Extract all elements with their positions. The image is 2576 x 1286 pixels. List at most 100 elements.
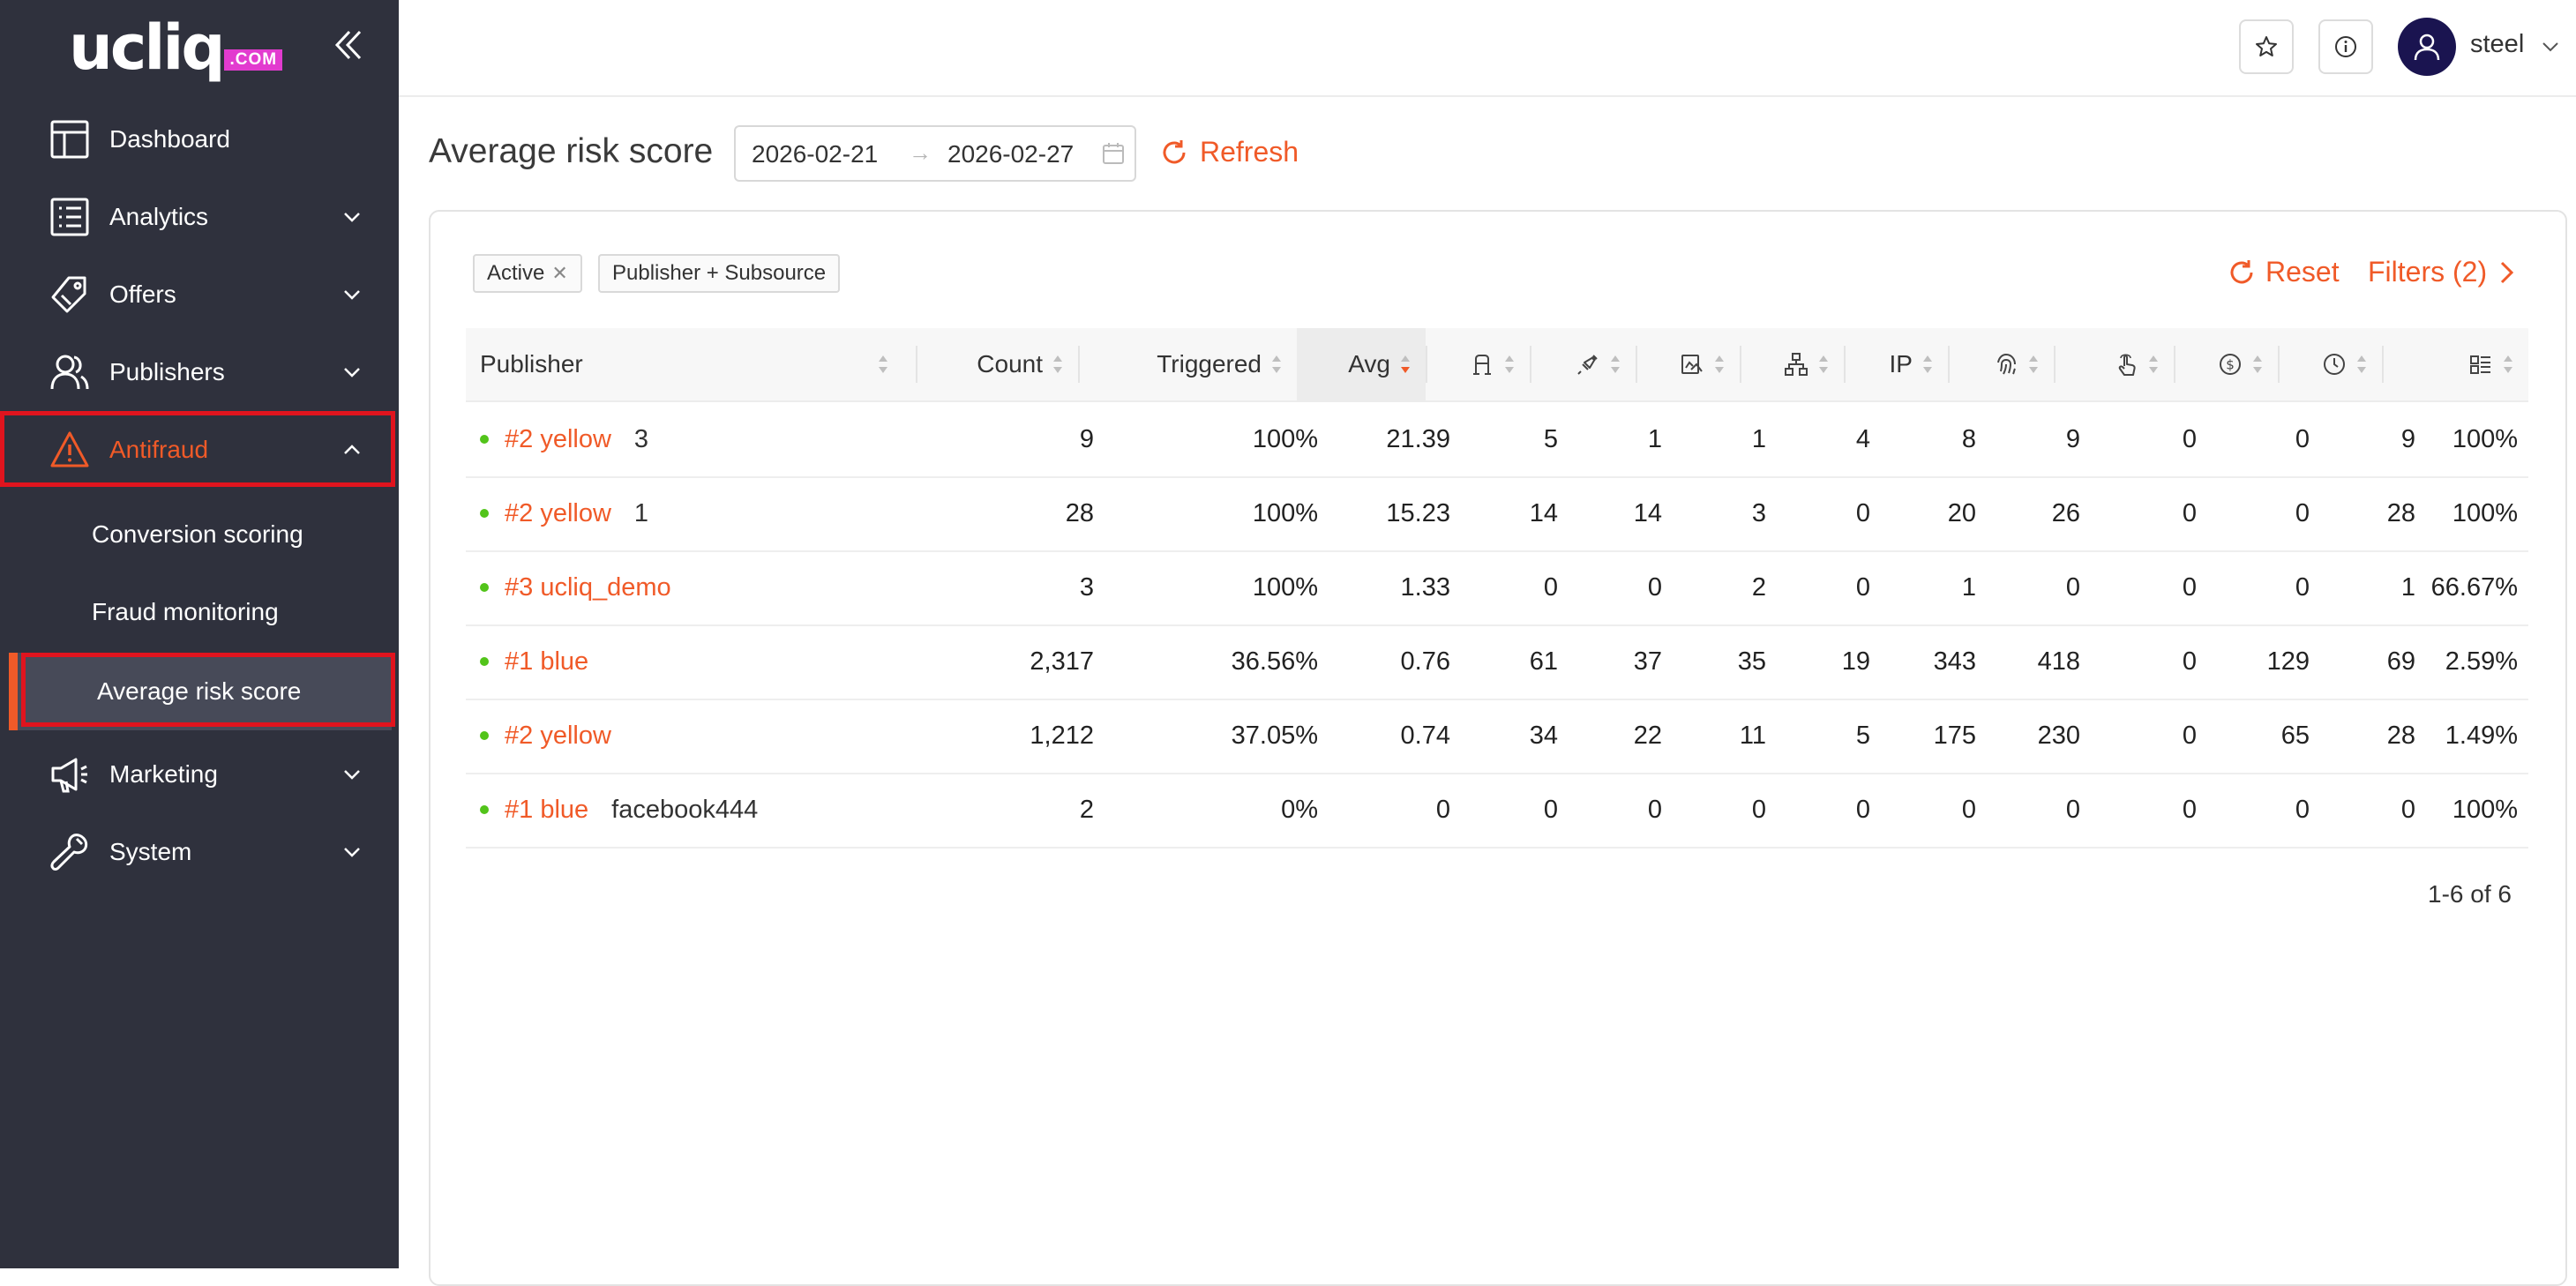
cell-c1: 34 <box>1529 721 1558 750</box>
sidebar-subitem-average-risk-score[interactable]: Average risk score <box>9 653 392 730</box>
sidebar-subitem-fraud-monitoring[interactable]: Fraud monitoring <box>0 573 399 651</box>
cell-c9: 28 <box>2386 721 2415 750</box>
ucliq-logo[interactable]: ucliq .COM <box>69 17 283 79</box>
column-header-tap[interactable] <box>2054 328 2174 400</box>
reset-button[interactable]: Reset <box>2227 256 2340 288</box>
date-range-picker[interactable]: 2026-02-21 → 2026-02-27 <box>734 125 1136 182</box>
cell-c4: 0 <box>1855 795 1870 824</box>
column-header-label: Count <box>977 350 1043 378</box>
cell-c2: 1 <box>1647 424 1662 453</box>
filters-button[interactable]: Filters (2) <box>2368 256 2517 288</box>
info-button[interactable] <box>2318 19 2373 74</box>
publisher-link[interactable]: #3 ucliq_demo <box>505 573 671 602</box>
calendar-icon <box>1103 143 1124 164</box>
username[interactable]: steel <box>2470 30 2524 59</box>
cell-c3: 3 <box>1751 498 1766 527</box>
sidebar-item-offers[interactable]: Offers <box>0 256 399 333</box>
column-header-clock[interactable] <box>2278 328 2382 400</box>
chevron-down-icon <box>344 290 360 300</box>
cell-c8: 0 <box>2295 572 2310 602</box>
sidebar-item-label: System <box>109 838 192 865</box>
column-header-publisher[interactable]: Publisher <box>466 328 903 400</box>
publisher-link[interactable]: #1 blue <box>505 647 588 677</box>
cell-triggered: 100% <box>1252 424 1318 453</box>
publisher-link[interactable]: #2 yellow <box>505 722 611 751</box>
table-row: #1 blue facebook444 2 0% 0 0 0 0 0 0 0 0 0 0 100% <box>466 773 2528 849</box>
cell-c8: 0 <box>2295 498 2310 527</box>
sort-desc-icon <box>1401 355 1410 373</box>
date-to[interactable]: 2026-02-27 <box>947 140 1074 168</box>
cell-c1: 14 <box>1529 498 1558 527</box>
megaphone-icon <box>51 758 87 793</box>
warning-icon <box>50 431 89 467</box>
sidebar-item-marketing[interactable]: Marketing <box>0 736 399 813</box>
sort-icon <box>2029 355 2038 373</box>
sort-icon <box>1272 355 1281 373</box>
fingerprint-icon <box>1997 353 2016 375</box>
column-header-hierarchy[interactable] <box>1740 328 1844 400</box>
publisher-link[interactable]: #2 yellow <box>505 425 611 454</box>
analytics-icon <box>50 198 89 236</box>
column-header-dollar[interactable]: $ <box>2174 328 2278 400</box>
filters-label: Filters (2) <box>2368 256 2488 288</box>
avatar[interactable] <box>2398 18 2456 76</box>
sidebar-item-publishers[interactable]: Publishers <box>0 333 399 411</box>
cell-c2: 22 <box>1633 721 1662 750</box>
sort-icon <box>2149 355 2158 373</box>
star-icon <box>2256 36 2277 56</box>
clock-icon <box>2324 354 2345 375</box>
cell-c6: 26 <box>2051 498 2080 527</box>
cell-c7: 0 <box>2182 572 2197 602</box>
cell-c9: 1 <box>2400 572 2415 602</box>
cell-c3: 0 <box>1751 795 1766 824</box>
cell-c2: 0 <box>1647 795 1662 824</box>
cell-c3: 11 <box>1739 721 1766 750</box>
column-header-click-fraud[interactable] <box>1636 328 1740 400</box>
publisher-cell: #1 blue facebook444 <box>480 773 758 847</box>
column-header-count[interactable]: Count <box>916 328 1078 400</box>
column-header-avg[interactable]: Avg <box>1297 328 1426 400</box>
publisher-link[interactable]: #2 yellow <box>505 499 611 528</box>
page-title: Average risk score <box>429 132 714 170</box>
sidebar-item-dashboard[interactable]: Dashboard <box>0 101 399 178</box>
column-header-triggered[interactable]: Triggered <box>1078 328 1297 400</box>
table-header: Publisher Count Triggered Avg IP $ <box>466 328 2528 402</box>
status-dot <box>480 435 489 444</box>
sidebar-item-analytics[interactable]: Analytics <box>0 178 399 256</box>
column-header-label: Triggered <box>1157 350 1262 378</box>
column-header-ip[interactable]: IP <box>1844 328 1948 400</box>
user-icon <box>2414 34 2440 61</box>
filter-tag-active[interactable]: Active ✕ <box>473 254 582 293</box>
close-icon[interactable]: ✕ <box>551 262 567 285</box>
cell-c8: 129 <box>2266 647 2310 676</box>
cell-c4: 0 <box>1855 572 1870 602</box>
cell-c10: 1.49% <box>2445 721 2518 750</box>
cell-c7: 0 <box>2182 721 2197 750</box>
refresh-button[interactable]: Refresh <box>1159 136 1299 168</box>
publisher-link[interactable]: #1 blue <box>505 796 588 825</box>
date-from[interactable]: 2026-02-21 <box>752 140 878 168</box>
sidebar-subitem-conversion-scoring[interactable]: Conversion scoring <box>0 496 399 573</box>
subsource-label: 1 <box>633 498 649 527</box>
filter-tag-publisher-subsource[interactable]: Publisher + Subsource <box>598 254 841 293</box>
column-header-layout[interactable] <box>2382 328 2528 400</box>
collapse-sidebar-icon[interactable] <box>328 25 369 65</box>
cell-ip: 8 <box>1961 424 1976 453</box>
column-header-fingerprint[interactable] <box>1948 328 2054 400</box>
cell-c4: 4 <box>1855 424 1870 453</box>
svg-text:$: $ <box>2226 357 2235 373</box>
info-icon <box>2335 36 2356 57</box>
chevron-down-icon[interactable] <box>2541 37 2560 56</box>
cell-c10: 2.59% <box>2445 647 2518 676</box>
dashboard-icon <box>50 120 89 159</box>
users-icon <box>50 355 89 390</box>
sidebar-item-antifraud[interactable]: Antifraud <box>0 411 399 489</box>
sort-icon <box>2253 355 2262 373</box>
column-header-bot[interactable] <box>1426 328 1530 400</box>
favorite-button[interactable] <box>2239 19 2294 74</box>
sort-icon <box>1715 355 1724 373</box>
sidebar-item-system[interactable]: System <box>0 813 399 891</box>
column-header-injection[interactable] <box>1530 328 1636 400</box>
sidebar-subitem-label: Average risk score <box>97 677 302 705</box>
cell-avg: 0 <box>1435 795 1450 824</box>
